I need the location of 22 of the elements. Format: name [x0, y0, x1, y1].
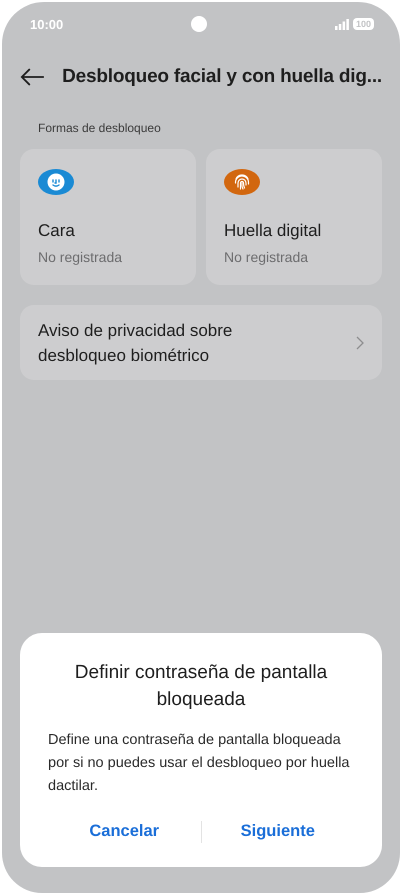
chevron-right-icon	[356, 336, 364, 350]
dialog-button[interactable]: Cancelar	[48, 816, 200, 847]
unlock-method-card[interactable]: Cara No registrada	[20, 149, 196, 285]
dialog-message: Define una contraseña de pantalla bloqueada por si no puedes usar el desbloqueo por huella dactilar.	[48, 731, 350, 796]
method-title: Cara	[38, 221, 76, 241]
fingerprint-icon	[232, 172, 252, 192]
section-label: Formas de desbloqueo	[38, 121, 162, 135]
page-title: Desbloqueo facial y con huella dig...	[62, 66, 382, 88]
dialog-button[interactable]: Siguiente	[202, 816, 354, 847]
smiley-face-icon	[47, 173, 65, 191]
method-status: No registrada	[38, 249, 124, 265]
camera-hole-icon	[191, 16, 208, 32]
status-time: 10:00	[30, 16, 64, 32]
signal-icon	[334, 18, 349, 30]
method-status: No registrada	[224, 249, 310, 265]
battery-level: 100	[352, 18, 374, 30]
dialog-title: Definir contraseña de pantalla bloqueada	[74, 661, 328, 712]
privacy-notice-label: Aviso de privacidad sobre desbloqueo biométrico	[38, 320, 234, 366]
back-arrow-icon[interactable]	[20, 68, 44, 86]
privacy-notice-row[interactable]: Aviso de privacidad sobre desbloqueo biométrico	[20, 305, 382, 380]
unlock-method-card[interactable]: Huella digital No registrada	[206, 149, 382, 285]
method-title: Huella digital	[224, 221, 322, 241]
